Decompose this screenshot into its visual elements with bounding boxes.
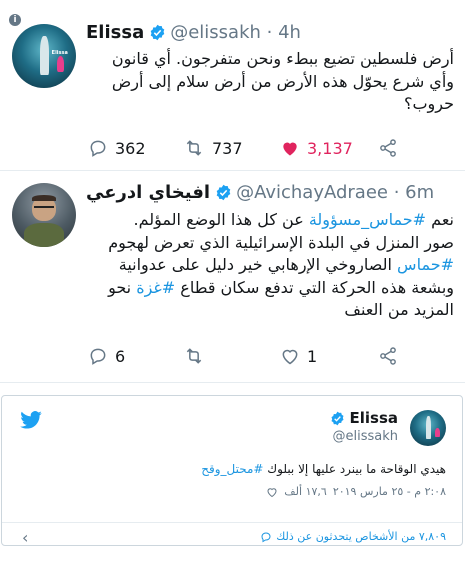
- embed-text: هيدي الوقاحة ما بينرد عليها إلا ببلوك #م…: [201, 462, 446, 476]
- retweet-icon: [186, 140, 202, 156]
- share-button[interactable]: [378, 346, 405, 366]
- tweet-1-header: Elissa @elissakh · 4h: [86, 22, 301, 43]
- embed-like-count: ١٧,٦ ألف: [284, 485, 327, 498]
- reply-icon: [90, 140, 106, 157]
- embed-time[interactable]: ٢:٠٨ م - ٢٥ مارس ٢٠١٩: [333, 485, 446, 498]
- avatar[interactable]: [12, 183, 76, 247]
- retweet-count: 737: [212, 138, 243, 158]
- text-segment: هيدي الوقاحة ما بينرد عليها إلا ببلوك: [263, 462, 446, 476]
- embed-handle[interactable]: @elissakh: [332, 429, 398, 444]
- like-count: 1: [307, 346, 318, 366]
- text-segment: نعم: [426, 210, 454, 229]
- conversation-text: ٧,٨٠٩ من الأشخاص يتحدثون عن ذلك: [276, 530, 446, 543]
- tweet-2-header: افيخاي ادرعي @AvichayAdraee · 6m: [86, 182, 434, 203]
- avatar[interactable]: [410, 410, 446, 446]
- hashtag-link[interactable]: #محتل_وقح: [201, 462, 263, 476]
- tweet-2-name[interactable]: افيخاي ادرعي: [86, 182, 210, 203]
- divider: [0, 170, 465, 171]
- heart-outline-icon[interactable]: [266, 486, 278, 498]
- avatar[interactable]: Elissa: [12, 24, 76, 88]
- verified-icon: [150, 24, 165, 41]
- retweet-button[interactable]: 737: [183, 138, 243, 158]
- reply-button[interactable]: 362: [88, 138, 146, 158]
- tweet-1-name[interactable]: Elissa: [86, 22, 144, 43]
- tweet-1-text: أرض فلسطين تضيع ببطء ونحن متفرجون. أي قا…: [111, 49, 454, 113]
- conversation-link[interactable]: ٧,٨٠٩ من الأشخاص يتحدثون عن ذلك: [260, 530, 446, 543]
- hashtag-link[interactable]: #غزة: [136, 278, 175, 297]
- like-button[interactable]: 3,137: [280, 138, 353, 158]
- like-count: 3,137: [307, 138, 353, 158]
- heart-outline-icon: [282, 349, 298, 365]
- tweet-2-handle[interactable]: @AvichayAdraee · 6m: [236, 182, 434, 203]
- twitter-bird-icon[interactable]: [20, 411, 42, 429]
- tweet-1-handle[interactable]: @elissakh · 4h: [170, 22, 301, 43]
- verified-icon: [331, 411, 344, 425]
- heart-filled-icon: [283, 142, 297, 156]
- reply-button[interactable]: 6: [88, 346, 125, 366]
- reply-count: 362: [115, 138, 146, 158]
- tweet-2-text: نعم #حماس_مسؤولة عن كل هذا الوضع المؤلم.…: [86, 209, 454, 322]
- like-button[interactable]: 1: [280, 346, 317, 366]
- hashtag-link[interactable]: #حماس: [397, 255, 454, 274]
- divider: [0, 382, 465, 383]
- share-icon: [380, 347, 396, 365]
- share-button[interactable]: [378, 138, 405, 158]
- screenshot-card: i Elissa Elissa @elissakh · 4h أرض فلسطي…: [0, 0, 465, 385]
- hashtag-link[interactable]: #حماس_مسؤولة: [309, 210, 426, 229]
- verified-icon: [216, 184, 231, 201]
- embed-name: Elissa: [349, 409, 398, 427]
- reply-count: 6: [115, 346, 126, 366]
- text-segment: عن كل هذا الوضع المؤلم.: [133, 210, 309, 229]
- retweet-icon: [186, 348, 202, 364]
- reply-icon: [90, 348, 106, 365]
- comment-icon: [261, 531, 271, 542]
- retweet-button[interactable]: [183, 346, 212, 366]
- embedded-tweet[interactable]: Elissa @elissakh هيدي الوقاحة ما بينرد ع…: [1, 395, 463, 547]
- embed-meta: ٢:٠٨ م - ٢٥ مارس ٢٠١٩ ١٧,٦ ألف: [266, 485, 446, 498]
- embed-name-row[interactable]: Elissa: [330, 409, 398, 427]
- chevron-left-icon[interactable]: ‹: [22, 528, 28, 547]
- share-icon: [380, 139, 396, 157]
- info-icon[interactable]: i: [9, 14, 21, 26]
- text-segment: صور المنزل في البلدة الإسرائيلية الذي تع…: [108, 232, 454, 252]
- divider: [2, 522, 462, 523]
